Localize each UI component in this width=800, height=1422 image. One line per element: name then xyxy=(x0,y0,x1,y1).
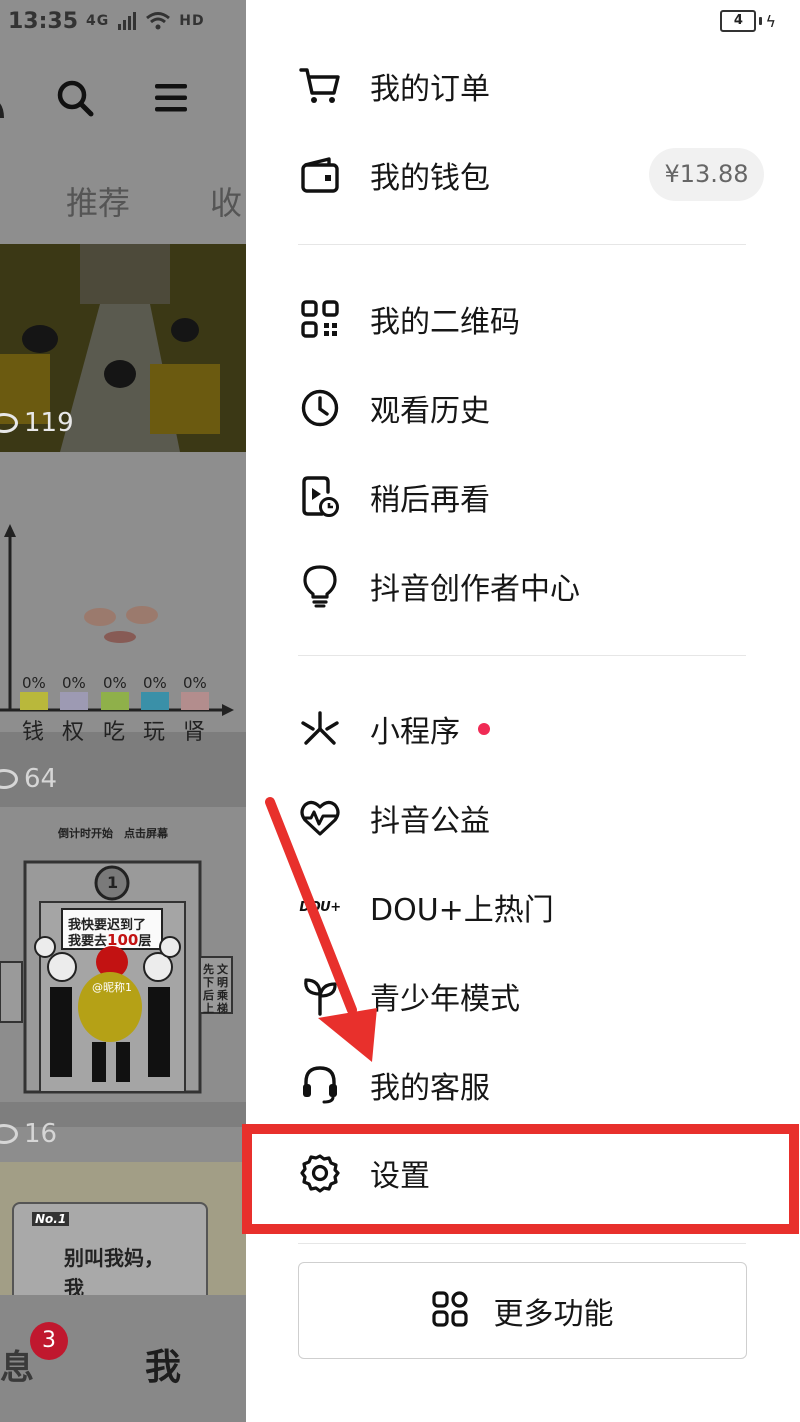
menu-item-customer-service[interactable]: 我的客服 xyxy=(298,1055,490,1115)
menu-item-label: DOU+上热门 xyxy=(370,893,554,928)
video-tile-4[interactable]: No.1 别叫我妈， 我 xyxy=(0,1162,246,1295)
eye-icon xyxy=(0,1124,18,1144)
menu-item-label: 抖音创作者中心 xyxy=(370,572,580,607)
qrcode-icon xyxy=(298,297,342,341)
charity-heart-icon xyxy=(298,796,342,840)
menu-item-label: 青少年模式 xyxy=(370,982,520,1017)
floor-number: 1 xyxy=(107,873,119,892)
menu-item-label: 抖音公益 xyxy=(370,804,490,839)
view-count-2: 64 xyxy=(0,764,57,794)
wifi-icon xyxy=(146,12,171,30)
menu-item-qrcode[interactable]: 我的二维码 xyxy=(298,289,520,349)
charging-icon: ϟ xyxy=(765,11,776,31)
menu-item-charity[interactable]: 抖音公益 xyxy=(298,788,490,848)
side-sign-text: 梯 xyxy=(217,1002,228,1015)
grid-icon xyxy=(431,1290,468,1331)
nickname-tag: @昵称1 xyxy=(92,981,132,994)
battery-level: 4 xyxy=(720,10,757,32)
wallet-balance-badge[interactable]: ¥13.88 xyxy=(649,148,764,201)
clock-icon xyxy=(298,386,342,430)
profile-tabs: 推荐 收 xyxy=(0,178,246,228)
background-profile-page: 13:35 4G HD 推荐 收 119 0% 0% 0% 0% 0% 钱 权 … xyxy=(0,0,246,1422)
chart-value-label: 0% xyxy=(183,674,207,692)
partial-icon xyxy=(0,103,4,119)
view-count-1: 119 xyxy=(0,408,74,438)
speech-bubble-line2: 我要去100层 xyxy=(68,931,152,949)
menu-item-label: 我的订单 xyxy=(370,72,490,107)
wallet-icon xyxy=(298,153,342,197)
video-caption: 点击屏幕 xyxy=(124,827,168,840)
menu-item-history[interactable]: 观看历史 xyxy=(298,378,490,438)
eye-icon xyxy=(0,413,18,433)
mini-program-icon xyxy=(298,707,342,751)
status-time: 13:35 xyxy=(8,8,79,34)
top-icons-bar xyxy=(0,70,246,130)
note-text: 我 xyxy=(64,1276,84,1295)
chart-value-label: 0% xyxy=(22,674,46,692)
nav-me[interactable]: 我 xyxy=(145,1338,181,1390)
note-text: 别叫我妈， xyxy=(64,1246,164,1270)
watch-later-icon xyxy=(298,475,342,519)
chart-value-label: 0% xyxy=(62,674,86,692)
signal-icon xyxy=(118,12,137,30)
menu-item-label: 稍后再看 xyxy=(370,483,490,518)
chart-category-label: 钱 xyxy=(22,720,45,745)
divider xyxy=(298,244,746,245)
status-bar: 13:35 4G HD xyxy=(8,6,205,36)
network-indicator: 4G xyxy=(86,13,110,29)
video-tile-2[interactable]: 0% 0% 0% 0% 0% 钱 权 吃 玩 肾 64 xyxy=(0,452,246,807)
divider xyxy=(298,655,746,656)
more-features-label: 更多功能 xyxy=(493,1296,614,1332)
chart-category-label: 吃 xyxy=(103,720,126,745)
menu-item-teen-mode[interactable]: 青少年模式 xyxy=(298,966,520,1026)
chart-category-label: 玩 xyxy=(143,720,166,745)
divider xyxy=(298,1243,746,1244)
menu-item-orders[interactable]: 我的订单 xyxy=(298,56,490,116)
headset-icon xyxy=(298,1063,342,1107)
menu-item-label: 我的钱包 xyxy=(370,161,490,196)
lightbulb-icon xyxy=(298,564,342,608)
video-thumbnail-2 xyxy=(0,452,246,807)
hd-indicator: HD xyxy=(179,13,205,29)
menu-item-label: 小程序 xyxy=(370,715,460,750)
video-caption: 倒计时开始 xyxy=(58,827,113,840)
view-count-3: 16 xyxy=(0,1119,57,1149)
chart-value-label: 0% xyxy=(143,674,167,692)
nav-messages[interactable]: 消息 xyxy=(0,1340,34,1389)
notification-dot xyxy=(478,723,490,735)
menu-icon[interactable] xyxy=(154,82,188,114)
menu-item-mini-programs[interactable]: 小程序 xyxy=(298,699,490,759)
video-tile-3[interactable]: 倒计时开始 点击屏幕 1 我快要迟到了 我要去100层 @昵称1 先 下 后 上… xyxy=(0,807,246,1162)
dou-plus-icon: DOU+ xyxy=(299,899,341,915)
menu-item-label: 观看历史 xyxy=(370,394,490,429)
search-icon[interactable] xyxy=(55,78,95,118)
tab-recommend[interactable]: 推荐 xyxy=(66,178,130,224)
menu-item-creator-center[interactable]: 抖音创作者中心 xyxy=(298,556,580,616)
tab-favorites[interactable]: 收 xyxy=(210,178,242,224)
menu-item-watch-later[interactable]: 稍后再看 xyxy=(298,467,490,527)
chart-category-label: 肾 xyxy=(183,720,206,745)
cart-icon xyxy=(298,64,342,108)
menu-item-dou-plus[interactable]: DOU+ DOU+上热门 xyxy=(298,877,554,937)
bottom-nav xyxy=(0,1295,246,1422)
more-features-button[interactable]: 更多功能 xyxy=(298,1262,747,1359)
battery-tip xyxy=(759,17,763,25)
menu-item-label: 我的客服 xyxy=(370,1071,490,1106)
note-tag: No.1 xyxy=(32,1212,70,1226)
settings-highlight-box xyxy=(242,1124,799,1234)
side-sign-text: 上 xyxy=(203,1002,214,1015)
chart-value-label: 0% xyxy=(103,674,127,692)
battery-indicator: 4 ϟ xyxy=(720,10,776,32)
messages-badge: 3 xyxy=(30,1322,68,1360)
chart-category-label: 权 xyxy=(62,720,85,745)
sprout-icon xyxy=(298,974,342,1018)
menu-item-label: 我的二维码 xyxy=(370,305,520,340)
video-tile-1[interactable]: 119 xyxy=(0,244,246,452)
menu-item-wallet[interactable]: 我的钱包 xyxy=(298,145,490,205)
eye-icon xyxy=(0,769,18,789)
